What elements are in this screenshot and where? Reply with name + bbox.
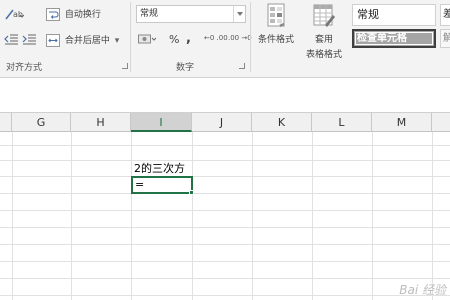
grid-line (0, 278, 450, 279)
merge-center-button[interactable]: 合并后居中 ▾ (46, 33, 119, 47)
grid-line (0, 295, 450, 296)
grid-line (432, 132, 433, 300)
conditional-format-icon: ≠ (267, 3, 285, 29)
cell-style-check-cell[interactable]: 检查单元格 (352, 29, 436, 48)
decrease-indent-icon (4, 34, 18, 45)
grid-line (71, 132, 72, 300)
format-as-table-icon (313, 4, 335, 27)
number-format-select[interactable]: 常规 (136, 5, 246, 23)
column-header[interactable]: M (372, 113, 432, 132)
conditional-format-label: 条件格式 (257, 35, 294, 45)
wrap-text-label: 自动换行 (64, 10, 101, 20)
merge-center-label: 合并后居中 (64, 36, 110, 46)
cell-text-label[interactable]: 2的三次方 (134, 161, 185, 177)
grid-line (0, 145, 450, 146)
wrap-text-icon (46, 8, 60, 21)
cell-style-bad[interactable]: 差 (440, 4, 450, 26)
grid-line (312, 132, 313, 300)
text-orientation-icon: ab (5, 9, 24, 20)
column-header[interactable]: J (192, 113, 252, 132)
cell-style-explanatory[interactable]: 解 (440, 29, 450, 48)
column-header-bar: G H I J K L M (0, 112, 450, 132)
wrap-text-button[interactable]: 自动换行 (46, 7, 101, 21)
active-cell-input[interactable]: = (135, 177, 144, 193)
increase-decimal-icon: ←0 .00 (204, 34, 228, 42)
merge-dropdown-arrow-icon[interactable]: ▾ (115, 36, 120, 46)
grid-line (0, 160, 450, 161)
ribbon: ab 自动换行 合并后居中 ▾ 对齐方式 常规 % , ←0 .00 .00 →… (0, 0, 450, 78)
comma-style-button[interactable]: , (186, 31, 191, 46)
merge-center-icon (46, 34, 60, 47)
increase-decimal-button[interactable]: ←0 .00 (204, 34, 228, 42)
orientation-button[interactable]: ab (4, 7, 26, 21)
svg-text:ab: ab (13, 10, 23, 19)
accounting-format-button[interactable] (138, 33, 158, 45)
number-group-label: 数字 (176, 63, 195, 73)
number-dialog-launcher-icon[interactable] (239, 63, 245, 69)
decrease-decimal-icon: .00 →0 (228, 34, 252, 42)
grid-line (192, 132, 193, 300)
grid-line (0, 193, 450, 194)
comma-icon: , (186, 31, 191, 46)
column-header[interactable] (432, 113, 450, 132)
grid-line (372, 132, 373, 300)
format-as-table-button[interactable]: 套用 表格格式 (300, 3, 348, 60)
column-header[interactable]: H (71, 113, 131, 132)
increase-indent-button[interactable] (22, 33, 38, 45)
percent-style-button[interactable]: % (169, 33, 179, 46)
grid-line (0, 210, 450, 211)
fill-handle[interactable] (189, 190, 194, 195)
cell-style-normal[interactable]: 常规 (352, 4, 436, 26)
group-divider (130, 2, 131, 72)
format-as-table-label-1: 套用 (314, 35, 333, 45)
svg-text:≠: ≠ (279, 21, 285, 29)
cell-grid[interactable] (0, 132, 450, 300)
grid-line (0, 176, 450, 177)
group-divider (250, 2, 251, 72)
grid-line (0, 227, 450, 228)
alignment-group-label: 对齐方式 (6, 63, 43, 73)
grid-line (131, 132, 132, 300)
column-header[interactable] (0, 113, 12, 132)
decrease-decimal-button[interactable]: .00 →0 (228, 34, 252, 42)
number-format-dropdown-icon[interactable] (233, 6, 245, 22)
number-format-value: 常规 (140, 9, 159, 19)
grid-line (0, 244, 450, 245)
decrease-indent-button[interactable] (4, 33, 20, 45)
column-header[interactable]: K (252, 113, 312, 132)
column-header[interactable]: L (312, 113, 372, 132)
grid-line (252, 132, 253, 300)
currency-icon (138, 34, 156, 44)
grid-line (0, 261, 450, 262)
increase-indent-icon (22, 34, 36, 45)
watermark-logo: Bai 经验 (399, 283, 446, 297)
alignment-dialog-launcher-icon[interactable] (122, 63, 128, 69)
formula-area (0, 79, 450, 109)
column-header-active[interactable]: I (131, 113, 192, 132)
conditional-format-button[interactable]: ≠ 条件格式 (254, 3, 298, 45)
percent-icon: % (169, 33, 180, 46)
column-header[interactable]: G (12, 113, 71, 132)
format-as-table-label-2: 表格格式 (305, 50, 342, 60)
grid-line (12, 132, 13, 300)
